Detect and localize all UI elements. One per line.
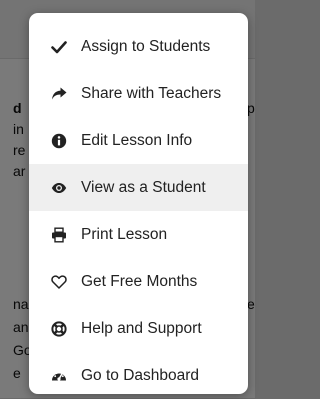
menu-item-label: Go to Dashboard [81,366,200,384]
lesson-options-menu: Assign to Students Share with Teachers E… [29,13,248,394]
menu-item-go-to-dashboard[interactable]: Go to Dashboard [29,352,248,399]
menu-item-help-and-support[interactable]: Help and Support [29,305,248,352]
menu-item-view-as-student[interactable]: View as a Student [29,164,248,211]
heart-icon [51,274,67,290]
menu-item-label: Print Lesson [81,225,168,243]
checkmark-icon [51,39,67,55]
menu-item-label: View as a Student [81,178,206,196]
menu-item-label: Get Free Months [81,272,198,290]
menu-item-edit-lesson-info[interactable]: Edit Lesson Info [29,117,248,164]
info-circle-icon [51,133,67,149]
menu-item-print-lesson[interactable]: Print Lesson [29,211,248,258]
lifebuoy-icon [51,320,67,337]
menu-item-share-with-teachers[interactable]: Share with Teachers [29,70,248,117]
dashboard-gauge-icon [51,368,67,384]
eye-icon [51,180,67,196]
menu-item-label: Edit Lesson Info [81,131,193,149]
printer-icon [51,227,67,243]
menu-item-label: Help and Support [81,319,202,337]
menu-item-assign-to-students[interactable]: Assign to Students [29,23,248,70]
share-arrow-icon [51,86,67,102]
menu-item-get-free-months[interactable]: Get Free Months [29,258,248,305]
menu-item-label: Share with Teachers [81,84,222,102]
menu-item-label: Assign to Students [81,37,211,55]
